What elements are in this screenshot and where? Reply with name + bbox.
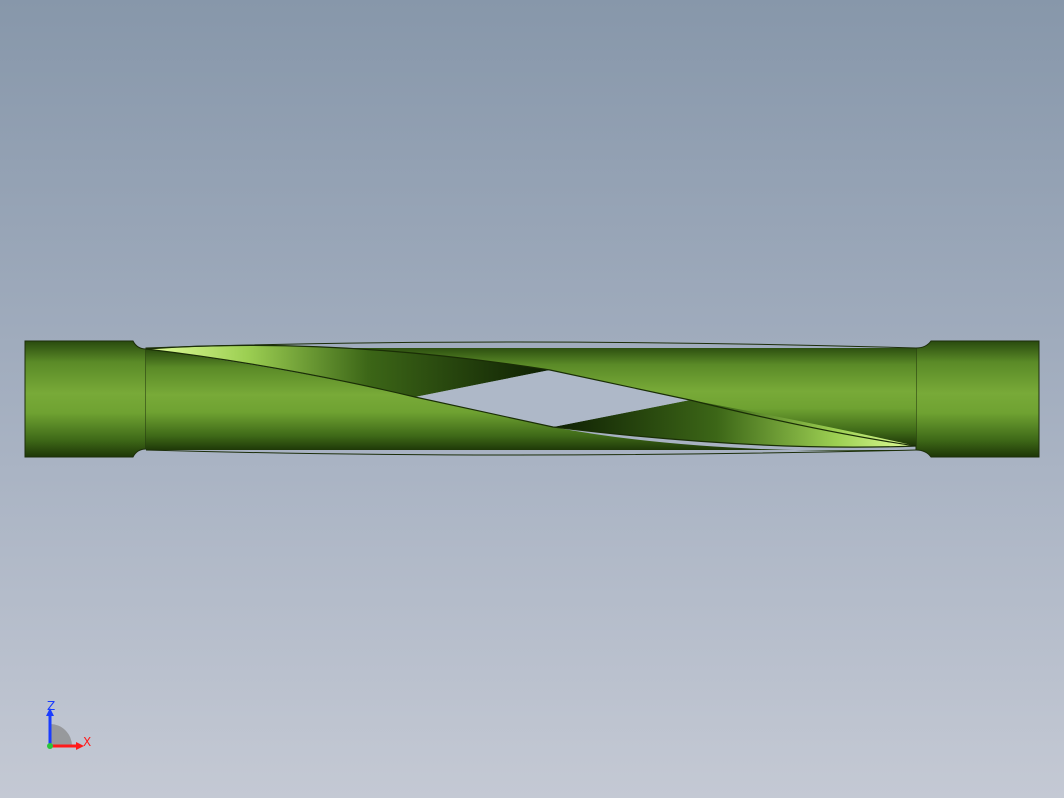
x-axis-label: X <box>83 735 91 749</box>
axis-triad[interactable]: Z X <box>38 696 98 756</box>
3d-viewport[interactable]: Z X <box>0 0 1064 798</box>
xz-plane-quadrant-icon <box>50 724 72 746</box>
z-axis-label: Z <box>47 699 55 713</box>
twisted-shaft-model[interactable] <box>0 0 1064 798</box>
origin-point-icon <box>47 743 53 749</box>
right-shank <box>915 340 1040 458</box>
fluted-bottom-edge <box>145 449 917 456</box>
left-shank <box>24 340 147 458</box>
